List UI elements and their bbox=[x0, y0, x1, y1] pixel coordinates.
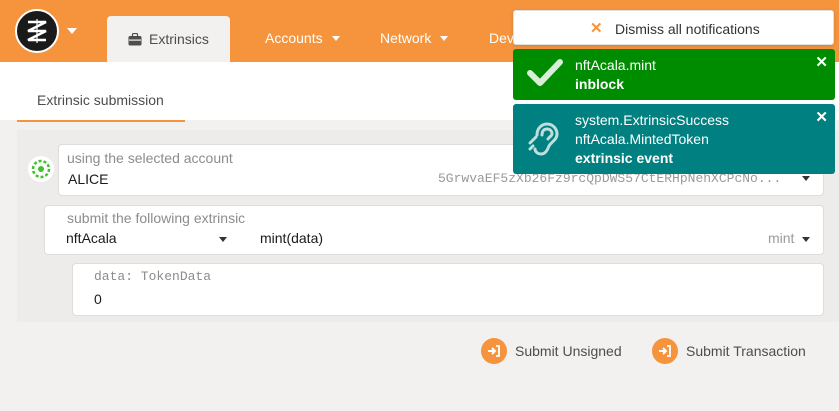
chevron-down-icon bbox=[802, 176, 810, 181]
nav-network[interactable]: Network bbox=[380, 30, 449, 46]
briefcase-icon bbox=[128, 33, 142, 46]
submit-transaction-button[interactable]: Submit Transaction bbox=[652, 336, 806, 366]
tab-extrinsics[interactable]: Extrinsics bbox=[107, 16, 230, 62]
data-param-label: data: TokenData bbox=[94, 269, 212, 284]
checkmark-icon bbox=[527, 59, 563, 86]
sign-in-icon bbox=[652, 338, 678, 364]
close-icon: ✕ bbox=[590, 20, 603, 37]
tab-extrinsic-submission[interactable]: Extrinsic submission bbox=[17, 62, 185, 122]
logo-icon bbox=[27, 19, 47, 43]
nav-developer-label: Dev bbox=[489, 30, 514, 46]
close-icon[interactable]: ✕ bbox=[815, 53, 828, 71]
notification-method: nftAcala.mint bbox=[575, 57, 656, 73]
dismiss-all-notifications-button[interactable]: ✕ Dismiss all notifications bbox=[513, 10, 834, 45]
chevron-down-icon bbox=[440, 36, 449, 41]
chevron-down-icon[interactable] bbox=[67, 28, 77, 34]
extrinsic-selector: submit the following extrinsic nftAcala … bbox=[44, 205, 824, 255]
data-param-input[interactable]: data: TokenData 0 bbox=[72, 263, 824, 316]
notification-event-line1: system.ExtrinsicSuccess bbox=[575, 112, 730, 128]
notification-status: inblock bbox=[575, 76, 625, 92]
nav-accounts-label: Accounts bbox=[265, 30, 323, 46]
method-hint: mint bbox=[768, 230, 795, 246]
notification-event-line2: nftAcala.MintedToken bbox=[575, 131, 709, 147]
section-dropdown[interactable]: nftAcala bbox=[45, 206, 245, 256]
identicon-icon bbox=[31, 159, 51, 179]
app-logo[interactable] bbox=[15, 9, 59, 53]
ear-icon bbox=[528, 122, 559, 156]
method-dropdown[interactable]: mint(data) mint bbox=[250, 206, 823, 256]
data-param-value: 0 bbox=[94, 291, 102, 307]
nav-developer[interactable]: Dev bbox=[489, 30, 514, 46]
dismiss-all-label: Dismiss all notifications bbox=[615, 21, 760, 37]
account-identicon[interactable] bbox=[28, 156, 54, 182]
tab-extrinsic-submission-label: Extrinsic submission bbox=[37, 92, 164, 108]
chevron-down-icon bbox=[802, 237, 810, 242]
chevron-down-icon bbox=[219, 237, 227, 242]
chevron-down-icon bbox=[331, 36, 340, 41]
tab-extrinsics-label: Extrinsics bbox=[149, 31, 209, 47]
sign-in-icon bbox=[481, 338, 507, 364]
section-value: nftAcala bbox=[66, 230, 117, 246]
nav-accounts[interactable]: Accounts bbox=[265, 30, 340, 46]
notification-event-status: extrinsic event bbox=[575, 150, 674, 166]
account-name: ALICE bbox=[68, 171, 109, 187]
method-value: mint(data) bbox=[260, 230, 324, 246]
submit-transaction-label: Submit Transaction bbox=[686, 343, 806, 359]
nav-network-label: Network bbox=[380, 30, 432, 46]
submit-unsigned-label: Submit Unsigned bbox=[515, 343, 622, 359]
account-selector-label: using the selected account bbox=[67, 150, 233, 166]
submit-unsigned-button[interactable]: Submit Unsigned bbox=[481, 336, 622, 366]
notification-inblock: nftAcala.mint inblock ✕ bbox=[513, 49, 835, 100]
notification-event: system.ExtrinsicSuccess nftAcala.MintedT… bbox=[513, 104, 835, 174]
close-icon[interactable]: ✕ bbox=[815, 108, 828, 126]
